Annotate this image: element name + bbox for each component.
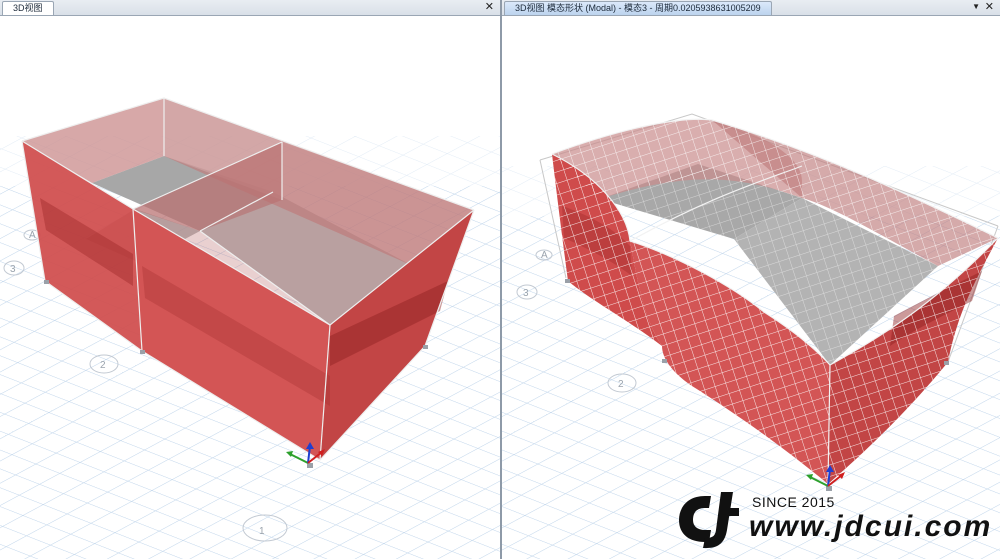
- grid-label-2: 2: [100, 360, 106, 371]
- grid-label-3: 3: [523, 288, 529, 299]
- right-tab-bar: 3D视图 模态形状 (Modal) - 模态3 - 周期0.0205938631…: [502, 0, 1000, 16]
- left-3d-viewport[interactable]: 1 2 3 A: [0, 16, 500, 559]
- left-view-tab[interactable]: 3D视图: [2, 1, 54, 15]
- close-icon[interactable]: ✕: [485, 0, 494, 14]
- right-3d-viewport[interactable]: 2 3 A: [502, 16, 1000, 559]
- grid-label-3: 3: [10, 264, 16, 275]
- left-tab-bar: 3D视图 ✕: [0, 0, 500, 16]
- right-view-tab[interactable]: 3D视图 模态形状 (Modal) - 模态3 - 周期0.0205938631…: [504, 1, 772, 15]
- watermark-since-text: SINCE 2015: [752, 494, 835, 510]
- dropdown-arrow-icon[interactable]: ▼: [972, 0, 980, 14]
- grid-label-a: A: [541, 250, 548, 261]
- watermark-url-text: www.jdcui.com: [749, 510, 993, 543]
- right-modal-view-pane: 3D视图 模态形状 (Modal) - 模态3 - 周期0.0205938631…: [502, 0, 1000, 559]
- grid-label-1: 1: [259, 526, 265, 537]
- close-icon[interactable]: ✕: [985, 0, 994, 14]
- grid-label-a: A: [29, 230, 36, 241]
- left-3d-view-pane: 3D视图 ✕ 1 2 3 A: [0, 0, 500, 559]
- grid-label-2: 2: [618, 379, 624, 390]
- jdcui-watermark: SINCE 2015 www.jdcui.com: [675, 488, 995, 554]
- jdcui-logo-icon: [679, 492, 739, 548]
